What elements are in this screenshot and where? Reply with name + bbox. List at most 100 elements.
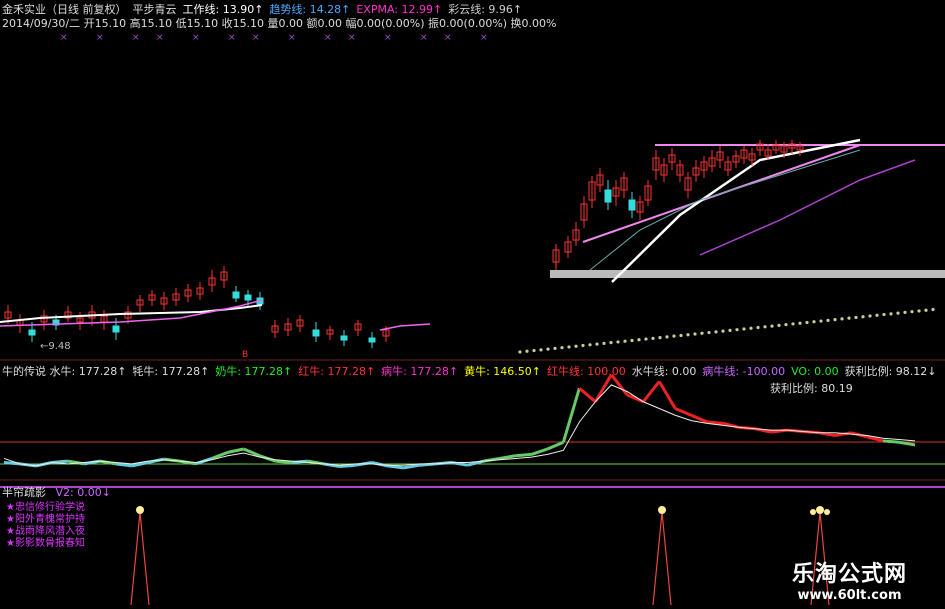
low-price-label: ←9.48 [40,341,71,352]
cloud-dot [707,330,711,335]
cloud-dot [595,342,599,346]
series-1-line [3,384,916,467]
indicator1-values: 牛的传说 水牛: 177.28↑ 牦牛: 177.28↑ 奶牛: 177.28↑ 红牛… [2,363,943,379]
indicator1-value-7: 水牛线: 0.00 [631,365,697,378]
cloud-dot [616,340,620,344]
profit-ratio-label: 获利比例: 80.19 [770,382,853,395]
indicator1-value-0: 牛的传说 水牛: 177.28↑ [2,365,127,378]
series-0-segment [515,452,532,458]
cloud-dot [777,323,781,327]
series-0-segment [642,380,661,403]
cloud-dot [805,320,809,325]
cloud-dot [651,336,655,340]
cloud-dot [644,337,648,341]
indicator1-value-3: 红牛: 177.28↑ [298,365,376,378]
cloud-dot [931,307,935,312]
volume-bar [550,270,945,278]
cloud-dot [637,338,641,342]
buy-marker: B [242,350,248,360]
cloud-dot [602,341,606,345]
cloud-dot [567,345,571,349]
cloud-dot [833,318,837,322]
series-0-segment [707,420,724,425]
cloud-dot [854,315,858,320]
chart-canvas: × × × × × × × × × × × × × × B [0,33,945,606]
cloud-dot [763,325,767,329]
header-marker: × [444,33,452,43]
cloud-dot [700,331,704,335]
cloud-dot [910,310,914,314]
series-0-segment [403,463,420,470]
cloud-dot [791,322,795,326]
cloud-dot [658,336,662,340]
cloud-dot [770,324,774,328]
indicator1-value-1: 牦牛: 177.28↑ [132,365,210,378]
candle-left-9-body [112,325,120,333]
series-0-segment [674,407,692,417]
spike-flame-extra [810,509,816,515]
indicator2-name: 半帘疏影 [2,486,46,499]
spike-1-line [652,511,672,606]
indicator1-value-2: 奶牛: 177.28↑ [215,365,293,378]
cloud-dot [924,308,928,312]
header-marker: × [384,33,392,43]
cloud-dot [917,309,921,313]
indicator2-note: ★影影数骨报春知 [6,538,85,549]
cloud-dot [840,317,844,321]
header-marker: × [60,33,68,43]
header-marker: × [288,33,296,43]
cloud-dot [672,334,676,338]
watermark-url: www.60lt.com [797,588,902,603]
spike-2-flame [816,506,824,514]
cloud-dot [861,315,865,319]
cloud-dot [714,330,718,334]
spike-0-line [130,511,150,606]
indicator1-value-10: 获利比例: 98.12↓ [844,365,937,378]
cloud-dot [665,335,669,339]
cloud-dot [819,319,823,323]
series-0-segment [227,447,245,454]
series-0-segment [882,439,900,444]
expma-right [699,159,916,256]
cloud-dot [679,333,683,338]
cloud-dot [581,343,585,348]
indicator1-value-6: 红牛线: 100.00 [547,365,626,378]
spike-1-flame [658,506,666,514]
header-marker: × [420,33,428,43]
series-0-segment [578,387,597,403]
cloud-dot [882,312,886,317]
header-marker: × [132,33,140,43]
cloud-dot [826,318,830,322]
cloud-dot [609,341,613,345]
header-marker: × [156,33,164,43]
header-marker: × [192,33,200,43]
series-0-segment [657,380,677,410]
header-marker: × [348,33,356,43]
cloud-dot [784,323,788,327]
cloud-dot [532,348,536,353]
indicator2-note: ★忠信修行验学说 [6,502,85,513]
cloud-dot [721,329,725,333]
cloud-dot [756,325,760,330]
series-0-segment [561,387,581,443]
spike-flame-extra [824,509,830,515]
candle-left-27-body [340,335,348,341]
cloud-dot [518,350,522,354]
watermark-title: 乐淘公式网 [791,562,907,587]
candle-left-2-body [28,329,36,336]
cloud-dot [539,348,543,352]
cloud-dot [693,332,697,336]
cloud-dot [525,349,529,353]
candle-left-25-body [312,329,320,337]
work-line-left [0,304,263,323]
indicator1-value-5: 黄牛: 146.50↑ [464,365,542,378]
cloud-dot [749,326,753,330]
expma-mid [379,323,431,331]
cloud-dot [903,310,907,314]
cloud-dot [812,320,816,324]
indicator1-value-4: 病牛: 177.28↑ [381,365,459,378]
watermark: 乐淘公式网 www.60lt.com [792,556,907,603]
cloud-dot [847,316,851,320]
header-marker: × [228,33,236,43]
header-marker: × [252,33,260,43]
